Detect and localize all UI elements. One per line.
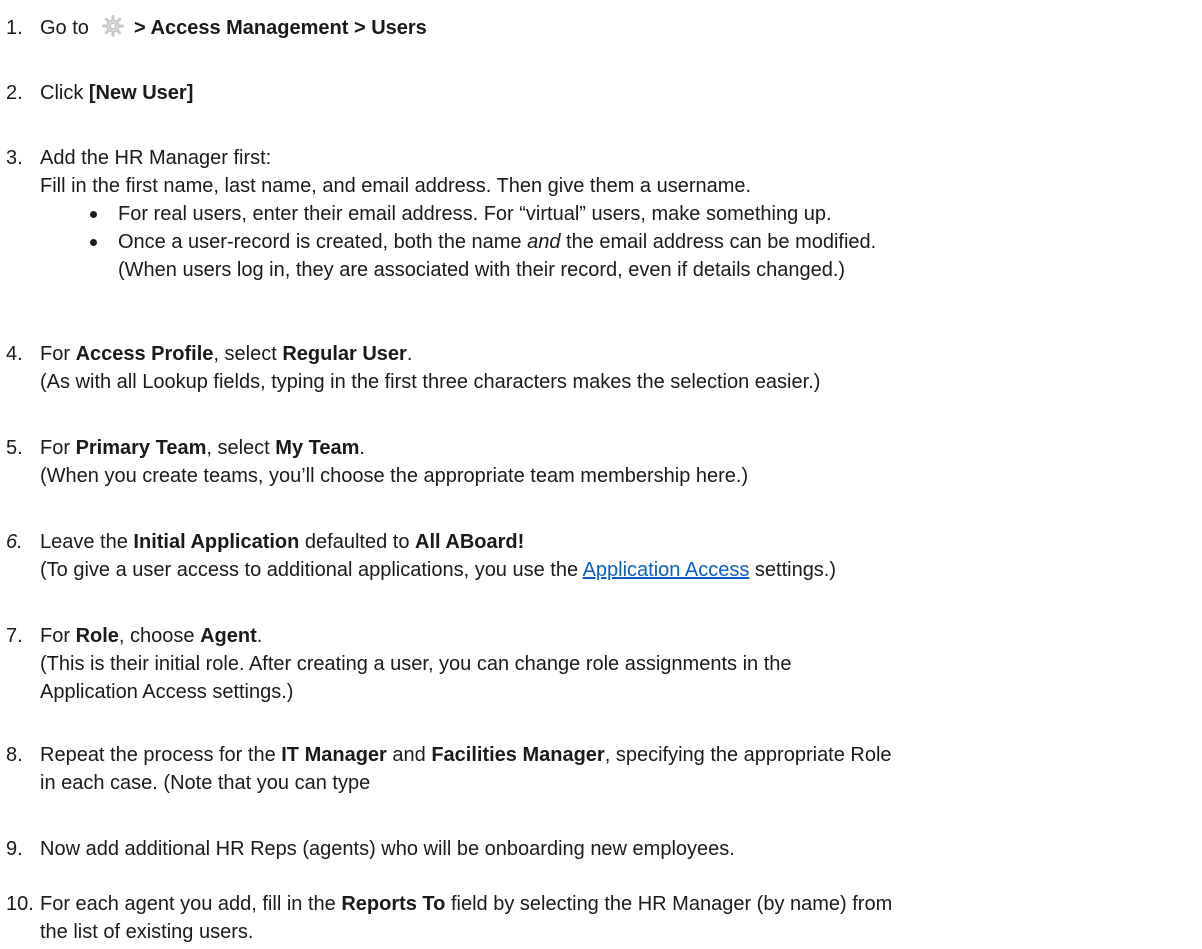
step-note: settings.) [749, 559, 837, 581]
role-name: Facilities Manager [431, 744, 605, 766]
step-text: Leave the [40, 531, 134, 553]
step-number: 10. [6, 893, 34, 915]
step-text: the list of existing users. [40, 921, 254, 943]
step-text: . [359, 437, 365, 459]
step-text: Add the HR Manager first: [40, 147, 272, 169]
step-text: , select [213, 343, 283, 365]
step-number: 2. [6, 82, 23, 104]
field-name: Access Profile [75, 343, 214, 365]
step-text: , select [206, 437, 276, 459]
step-note: (To give a user access to additional app… [40, 559, 583, 581]
new-user-button-label: [New User] [88, 82, 194, 104]
step-note: (As with all Lookup fields, typing in th… [40, 371, 821, 393]
step-text: field by selecting the HR Manager (by na… [445, 893, 893, 915]
step-note: (This is their initial role. After creat… [40, 653, 792, 675]
bullet-item: For real users, enter their email addres… [88, 200, 1198, 228]
step-number: 7. [6, 625, 23, 647]
step-text: , specifying the appropriate Role [604, 744, 892, 766]
field-name: Reports To [341, 893, 446, 915]
bullet-dot [90, 239, 97, 246]
step-text: For each agent you add, fill in the [40, 893, 342, 915]
step-text: For [40, 343, 76, 365]
step-number: 6. [6, 531, 23, 553]
step-number: 8. [6, 744, 23, 766]
bullet-text: For real users, enter their email addres… [118, 203, 832, 225]
step-text: . [256, 625, 263, 647]
application-access-link[interactable]: Application Access [583, 559, 750, 581]
bullet-item: Once a user-record is created, both the … [88, 228, 1198, 284]
step-text: Fill in the first name, last name, and e… [40, 175, 752, 197]
step-number: 5. [6, 437, 23, 459]
step-text: and [386, 744, 432, 766]
instruction-document: 1. Go to > Access Management > Users 2. … [0, 0, 1202, 949]
field-value: My Team [275, 437, 360, 459]
step-text: Click [40, 82, 89, 104]
field-value: Regular User [282, 343, 407, 365]
step-number: 9. [6, 838, 23, 860]
step-note: (When you create teams, you’ll choose th… [40, 465, 749, 487]
step-text: Go to [40, 17, 95, 39]
gear-icon [102, 15, 125, 37]
step-text: defaulted to [299, 531, 416, 553]
emphasis: and [527, 231, 561, 253]
step-text: For [40, 625, 76, 647]
step-text: in each case. (Note that you can type [40, 772, 371, 794]
role-name: IT Manager [281, 744, 387, 766]
field-value: All ABoard! [415, 531, 525, 553]
step-number: 3. [6, 147, 23, 169]
step-number: 4. [6, 343, 23, 365]
step-3-bullets: For real users, enter their email addres… [88, 200, 1198, 284]
field-name: Initial Application [133, 531, 300, 553]
step-number: 1. [6, 17, 23, 39]
menu-path: > Access Management > Users [128, 17, 427, 39]
bullet-dot [90, 211, 97, 218]
step-text: Repeat the process for the [40, 744, 282, 766]
step-text: For [40, 437, 76, 459]
field-value: Agent [200, 625, 257, 647]
field-name: Role [75, 625, 119, 647]
step-text: , choose [118, 625, 201, 647]
step-text: . [406, 343, 413, 365]
bullet-text: the email address can be modified. [560, 231, 877, 253]
bullet-text: (When users log in, they are associated … [118, 259, 846, 281]
field-name: Primary Team [75, 437, 207, 459]
step-note: Application Access settings.) [40, 681, 294, 703]
bullet-text: Once a user-record is created, both the … [118, 231, 528, 253]
step-text: Now add additional HR Reps (agents) who … [40, 838, 735, 860]
